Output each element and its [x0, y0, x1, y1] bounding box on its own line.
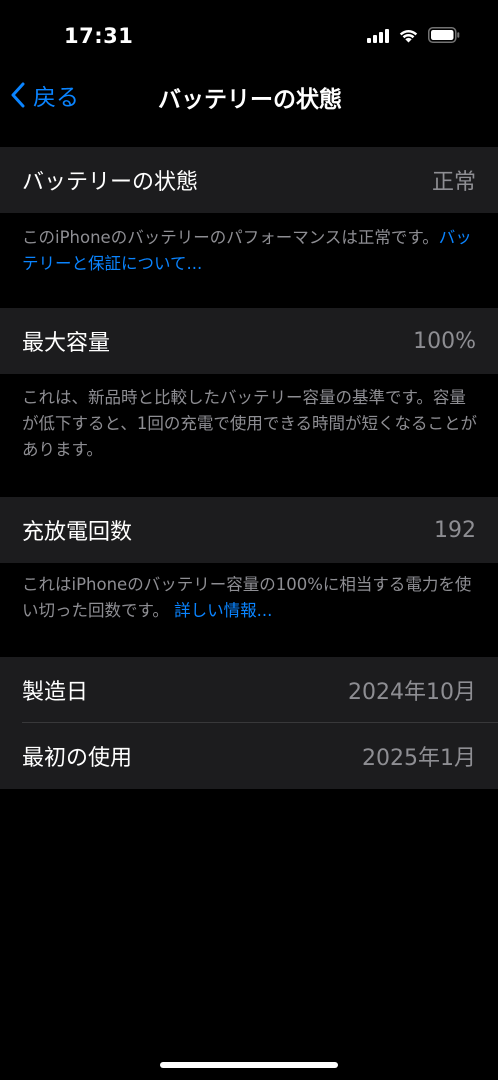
battery-icon: [428, 27, 460, 43]
cycle-count-group: 充放電回数 192: [0, 497, 498, 563]
cellular-signal-icon: [367, 28, 389, 43]
cycle-count-value: 192: [434, 517, 476, 543]
manufacture-date-row: 製造日 2024年10月: [0, 657, 498, 723]
battery-health-group: バッテリーの状態 正常: [0, 147, 498, 213]
cycle-count-label: 充放電回数: [22, 520, 133, 545]
maximum-capacity-label: 最大容量: [22, 331, 111, 356]
battery-health-value: 正常: [431, 170, 476, 195]
dates-group: 製造日 2024年10月 最初の使用 2025年1月: [0, 657, 498, 789]
wifi-icon: [398, 27, 419, 43]
first-use-row: 最初の使用 2025年1月: [0, 723, 498, 789]
maximum-capacity-footer-text: これは、新品時と比較したバッテリー容量の基準です。容量が低下すると、1回の充電で…: [22, 388, 478, 459]
cycle-count-footer: これはiPhoneのバッテリー容量の100%に相当する電力を使い切った回数です。…: [22, 572, 480, 624]
maximum-capacity-value: 100%: [413, 328, 476, 354]
status-icons: [367, 27, 460, 43]
status-bar: 17:31: [0, 0, 498, 72]
battery-health-footer-text: このiPhoneのバッテリーのパフォーマンスは正常です。: [22, 228, 439, 247]
home-indicator[interactable]: [160, 1062, 338, 1068]
maximum-capacity-row: 最大容量 100%: [0, 308, 498, 374]
maximum-capacity-footer: これは、新品時と比較したバッテリー容量の基準です。容量が低下すると、1回の充電で…: [22, 385, 480, 463]
manufacture-date-label: 製造日: [22, 680, 89, 705]
first-use-value: 2025年1月: [362, 746, 476, 771]
battery-health-screen: 17:31 戻る バッテリーの状態 バッテリーの状態 正常 このiPhoneのバ…: [0, 0, 498, 1080]
maximum-capacity-group: 最大容量 100%: [0, 308, 498, 374]
battery-health-footer: このiPhoneのバッテリーのパフォーマンスは正常です。バッテリーと保証について…: [22, 225, 480, 277]
status-time: 17:31: [64, 24, 134, 48]
manufacture-date-value: 2024年10月: [348, 680, 476, 705]
battery-health-label: バッテリーの状態: [22, 170, 199, 195]
cycle-count-row: 充放電回数 192: [0, 497, 498, 563]
page-title: バッテリーの状態: [158, 87, 342, 113]
battery-health-row: バッテリーの状態 正常: [0, 147, 498, 213]
navigation-bar: 戻る バッテリーの状態: [0, 72, 498, 118]
first-use-label: 最初の使用: [22, 746, 133, 771]
learn-more-link[interactable]: 詳しい情報...: [174, 601, 272, 620]
